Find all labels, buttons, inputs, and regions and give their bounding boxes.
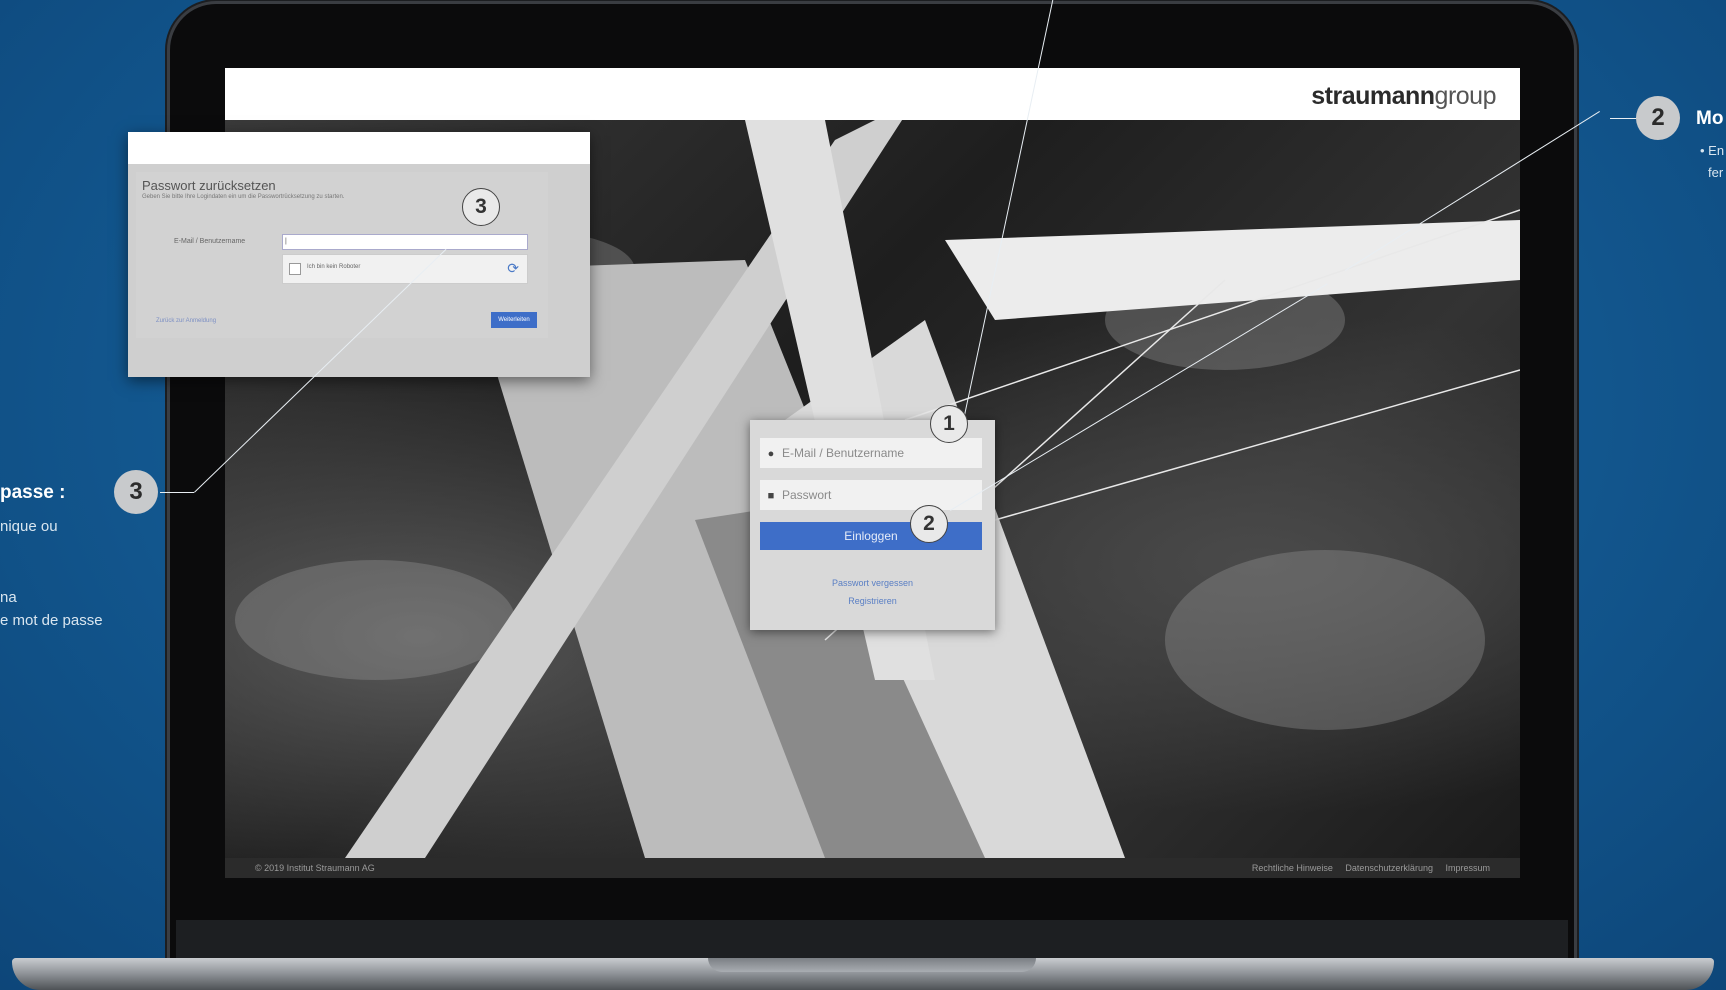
left-annotation-line2: na <box>0 589 17 606</box>
reset-password-panel: Passwort zurücksetzen Geben Sie bitte Ih… <box>128 132 590 377</box>
imprint-link[interactable]: Impressum <box>1445 863 1490 873</box>
back-to-login-link[interactable]: Zurück zur Anmeldung <box>156 318 216 324</box>
lock-icon: ■ <box>767 490 775 502</box>
callout-3-side-badge: 3 <box>114 470 158 514</box>
laptop-notch <box>708 958 1036 972</box>
footer: © 2019 Institut Straumann AG Rechtliche … <box>225 858 1520 878</box>
right-annotation-title: Mo <box>1696 108 1724 129</box>
left-annotation-line3: e mot de passe <box>0 612 103 629</box>
password-field[interactable]: ■ Passwort <box>760 480 982 510</box>
reset-field-label: E-Mail / Benutzername <box>174 238 246 245</box>
forgot-password-link[interactable]: Passwort vergessen <box>750 578 995 588</box>
copyright: © 2019 Institut Straumann AG <box>255 863 375 873</box>
login-form: ● E-Mail / Benutzername ■ Passwort Einlogg… <box>750 420 995 630</box>
callout-line-3a <box>160 492 194 494</box>
captcha-label: Ich bin kein Roboter <box>307 264 361 270</box>
reset-email-input[interactable]: | <box>282 234 528 250</box>
captcha-box[interactable]: Ich bin kein Roboter ⟳ <box>282 254 528 284</box>
reset-title: Passwort zurücksetzen <box>142 178 276 193</box>
reset-subtitle: Geben Sie bitte Ihre Logindaten ein um d… <box>142 194 345 200</box>
user-icon: ● <box>767 448 775 460</box>
register-link[interactable]: Registrieren <box>750 596 995 606</box>
reset-submit-button[interactable]: Weiterleiten <box>491 312 537 328</box>
callout-2-side-badge: 2 <box>1636 96 1680 140</box>
left-annotation-line1: nique ou <box>0 518 58 535</box>
captcha-checkbox[interactable] <box>289 263 301 275</box>
footer-links: Rechtliche Hinweise Datenschutzerklärung… <box>1242 858 1490 878</box>
callout-2-badge: 2 <box>910 505 948 543</box>
recaptcha-icon: ⟳ <box>507 260 519 276</box>
reset-panel-header <box>128 132 590 164</box>
privacy-link[interactable]: Datenschutzerklärung <box>1345 863 1433 873</box>
callout-3-inset-badge: 3 <box>462 188 500 226</box>
left-annotation-title: passe : <box>0 482 66 503</box>
legal-link[interactable]: Rechtliche Hinweise <box>1252 863 1333 873</box>
header-bar: straumanngroup <box>225 68 1520 120</box>
brand-logo[interactable]: straumanngroup <box>1311 82 1496 111</box>
callout-1-badge: 1 <box>930 405 968 443</box>
right-annotation-line2: fer <box>1708 165 1724 180</box>
login-button[interactable]: Einloggen <box>760 522 982 550</box>
right-annotation-line1: • En <box>1700 143 1725 158</box>
